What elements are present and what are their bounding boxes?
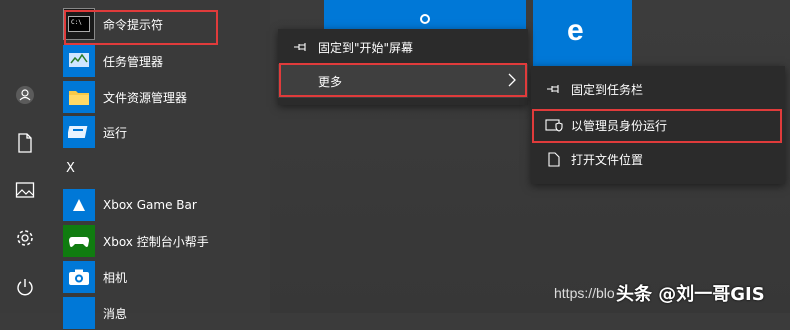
gear-icon (15, 228, 35, 252)
pictures-button[interactable] (10, 177, 40, 207)
pin-icon (290, 41, 312, 53)
camera-icon (63, 261, 95, 293)
context-menu: 固定到"开始"屏幕 更多 (278, 29, 528, 105)
folder-icon (63, 81, 95, 113)
xbox-game-bar-icon (63, 189, 95, 221)
watermark-url: https://blo (554, 285, 615, 301)
app-item-file-explorer[interactable]: 文件资源管理器 (63, 80, 313, 114)
pin-icon (543, 83, 565, 95)
tile-glyph-icon (420, 14, 430, 24)
edge-icon: e (567, 14, 584, 47)
menu-item-more[interactable]: 更多 (278, 64, 528, 98)
app-item-run[interactable]: 运行 (63, 115, 313, 149)
user-avatar-icon (15, 85, 35, 109)
app-label: 命令提示符 (103, 17, 164, 32)
xbox-console-icon (63, 225, 95, 257)
menu-label: 固定到"开始"屏幕 (318, 40, 414, 55)
app-item-cmd[interactable]: C:\ 命令提示符 (63, 7, 313, 41)
menu-label: 更多 (318, 74, 343, 89)
start-tile-edge[interactable]: e (533, 0, 632, 66)
messages-icon (63, 297, 95, 329)
app-item-camera[interactable]: 相机 (63, 260, 313, 294)
menu-item-pin-start[interactable]: 固定到"开始"屏幕 (278, 30, 528, 64)
run-icon (63, 116, 95, 148)
app-label: 运行 (103, 125, 128, 140)
user-account-button[interactable] (10, 82, 40, 112)
app-label: Xbox Game Bar (103, 198, 197, 212)
app-item-xbox-console[interactable]: Xbox 控制台小帮手 (63, 224, 313, 258)
app-label: 文件资源管理器 (103, 90, 188, 105)
svg-text:C:\: C:\ (71, 19, 82, 26)
shield-icon (543, 118, 565, 132)
app-label: Xbox 控制台小帮手 (103, 234, 209, 249)
settings-button[interactable] (10, 225, 40, 255)
power-icon (15, 277, 35, 301)
power-button[interactable] (10, 274, 40, 304)
app-label: 消息 (103, 306, 128, 321)
menu-label: 打开文件位置 (571, 152, 644, 167)
picture-icon (15, 181, 35, 203)
app-item-messages[interactable]: 消息 (63, 296, 313, 330)
watermark-brand: 头条 @刘一哥GIS (616, 284, 765, 305)
app-label: 任务管理器 (103, 54, 164, 69)
submenu-more: 固定到任务栏 以管理员身份运行 打开文件位置 (531, 66, 785, 184)
app-label: 相机 (103, 270, 128, 285)
document-icon (16, 133, 34, 157)
section-letter-x[interactable]: X (66, 161, 75, 176)
start-left-rail (0, 0, 50, 313)
menu-label: 固定到任务栏 (571, 82, 644, 97)
menu-item-run-as-admin[interactable]: 以管理员身份运行 (531, 108, 785, 142)
app-item-task-manager[interactable]: 任务管理器 (63, 44, 313, 78)
document-icon (543, 151, 565, 167)
cmd-icon: C:\ (63, 8, 95, 40)
documents-button[interactable] (10, 130, 40, 160)
app-item-xbox-game-bar[interactable]: Xbox Game Bar (63, 188, 313, 222)
chevron-right-icon (508, 73, 516, 90)
menu-label: 以管理员身份运行 (571, 118, 668, 133)
menu-item-open-location[interactable]: 打开文件位置 (531, 142, 785, 176)
menu-item-pin-taskbar[interactable]: 固定到任务栏 (531, 72, 785, 106)
task-manager-icon (63, 45, 95, 77)
